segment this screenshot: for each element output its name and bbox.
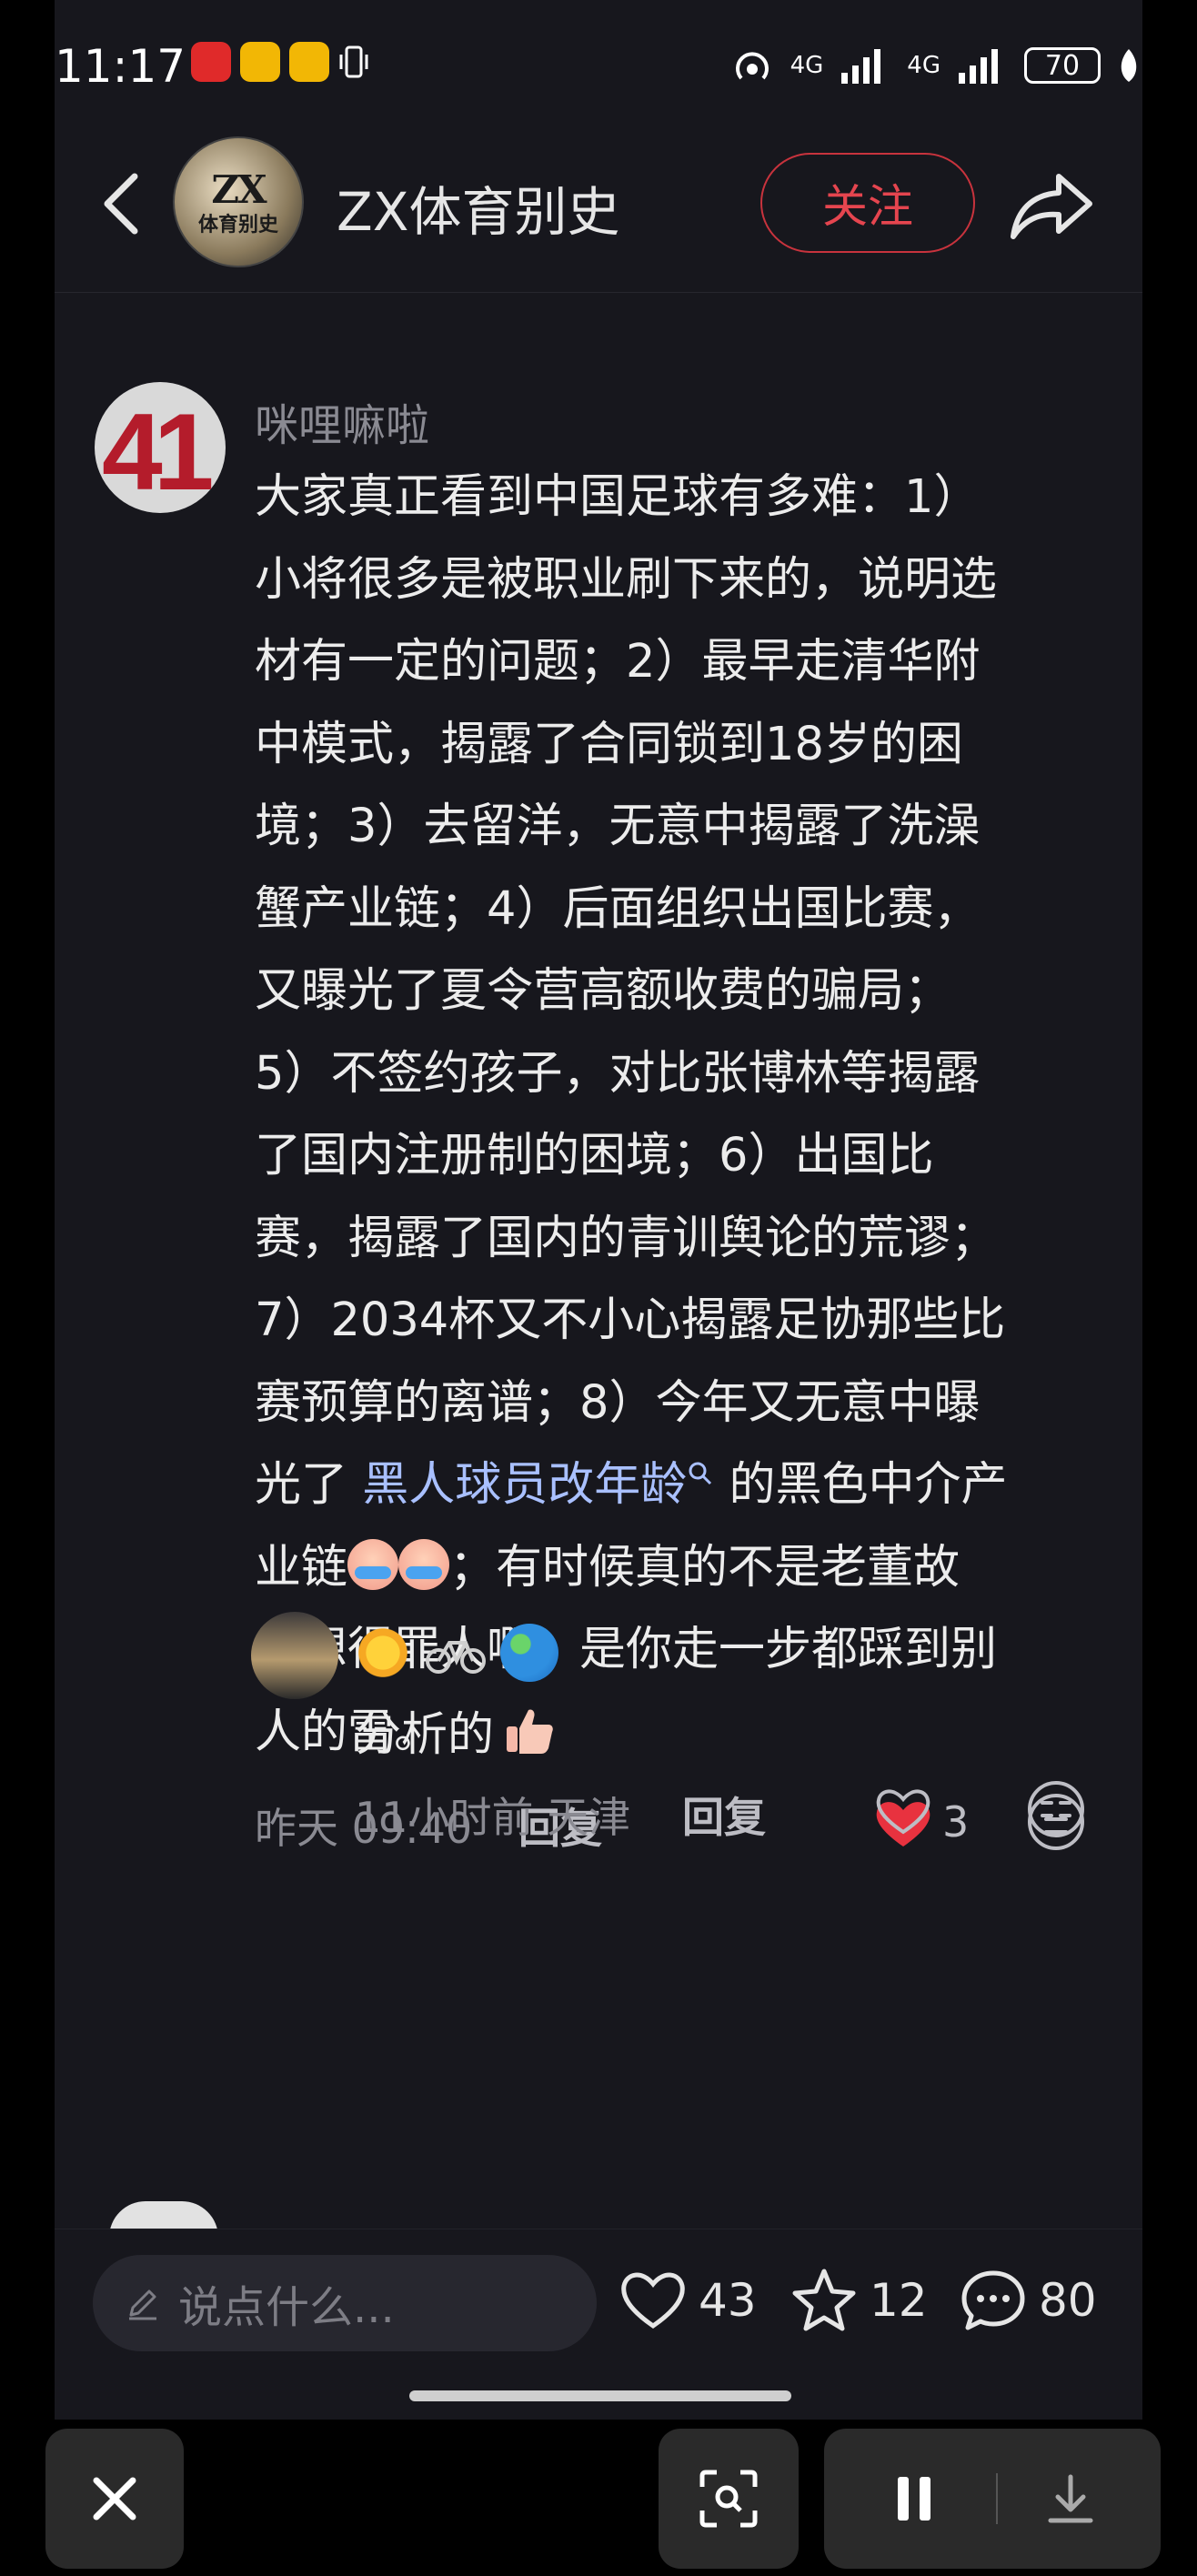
close-recording-button[interactable]: [45, 2429, 184, 2569]
comment-line: 又曝光了夏令营高额收费的骗局；: [255, 964, 951, 1018]
comment-line: 7）2034杯又不小心揭露足协那些比: [255, 1293, 1006, 1347]
comment-bubble-icon: [961, 2270, 1025, 2330]
post-header: ZX 体育别史 ZX体育别史 关注: [55, 136, 1142, 293]
input-placeholder: 说点什么...: [178, 2282, 395, 2333]
bicycle-emoji-icon: [426, 1641, 486, 1674]
comment-text: 大家真正看到中国足球有多难：1） 小将很多是被职业刷下来的，说明选 材有一定的问…: [255, 457, 1101, 1774]
weibo-icon: [240, 42, 280, 82]
reply-text: 分析的: [355, 1696, 556, 1764]
back-arrow-icon[interactable]: [91, 167, 155, 240]
post-comment-count: 80: [1039, 2274, 1097, 2327]
replier-name[interactable]: [355, 1621, 558, 1685]
account-avatar[interactable]: ZX 体育别史: [173, 136, 304, 267]
reply-content: 分析的: [355, 1708, 495, 1762]
heart-outline-icon: [621, 2272, 685, 2329]
screenshot-button[interactable]: [659, 2429, 799, 2569]
crying-emoji-icon: [347, 1538, 399, 1590]
vibrate-icon: [339, 45, 368, 78]
avatar-logo-text: ZX: [211, 166, 267, 212]
divider: [996, 2473, 998, 2524]
download-icon[interactable]: [1043, 2471, 1098, 2526]
notification-icons: [191, 42, 369, 82]
comment-line: 大家真正看到中国足球有多难：1）: [255, 470, 981, 524]
comment-line: 蟹产业链；4）后面组织出国比赛，: [255, 881, 981, 936]
comment-line: 材有一定的问题；2）最早走清华附: [255, 635, 981, 689]
hotspot-icon: [735, 52, 769, 80]
globe-emoji-icon: [500, 1624, 558, 1682]
post-favorite-count: 12: [870, 2274, 928, 2327]
comment-line: 赛预算的离谱；8）今年又无意中曝: [255, 1375, 981, 1430]
thumbs-up-emoji-icon: [507, 1709, 553, 1754]
favorite-button[interactable]: 12: [790, 2266, 928, 2335]
comment-input[interactable]: 说点什么...: [93, 2255, 597, 2351]
status-bar: 11:17 4G 4G 70: [55, 0, 1142, 136]
bottom-action-bar: 说点什么... 43 12 80: [55, 2229, 1142, 2365]
signal-icon-2: [959, 49, 998, 84]
post-like-count: 43: [699, 2274, 757, 2327]
search-link[interactable]: 黑人球员改年龄: [362, 1458, 687, 1512]
search-icon[interactable]: [687, 1460, 714, 1487]
comment-line: 赛，揭露了国内的青训舆论的荒谬；: [255, 1211, 998, 1265]
comment-line: 5）不签约孩子，对比张博林等揭露: [255, 1046, 981, 1101]
commenter-avatar[interactable]: 41: [95, 382, 226, 513]
crying-emoji-icon: [398, 1538, 450, 1590]
line-suffix: ；有时候真的不是老董故: [449, 1540, 961, 1595]
share-icon[interactable]: [1006, 164, 1097, 246]
comment-line: 中模式，揭露了合同锁到18岁的困: [255, 717, 963, 771]
comment-author[interactable]: 咪哩嘛啦: [255, 389, 429, 453]
battery-icon: 70: [1024, 47, 1101, 84]
weibo-icon: [289, 42, 329, 82]
recording-controls: [824, 2429, 1161, 2569]
leaf-icon: [1121, 49, 1137, 82]
network-type: 4G: [790, 52, 824, 79]
avatar-logo-subtext: 体育别史: [197, 212, 278, 236]
pause-icon[interactable]: [887, 2471, 941, 2526]
comments-button[interactable]: 80: [959, 2266, 1097, 2335]
status-right: 4G 4G 70: [729, 45, 1142, 86]
heart-outline-icon[interactable]: [873, 1783, 933, 1837]
line-suffix: 的黑色中介产: [714, 1458, 1008, 1512]
huawei-app-icon: [191, 42, 231, 82]
comment-line: 了国内注册制的困境；6）出国比: [255, 1129, 934, 1182]
battery-level: 70: [1044, 49, 1081, 82]
app-screen: 11:17 4G 4G 70 ZX 体育别史 ZX体育别史 关注 41 咪哩嘛啦…: [55, 0, 1142, 2420]
line-prefix: 光了: [255, 1458, 363, 1512]
signal-icon: [841, 49, 881, 84]
network-type-2: 4G: [907, 52, 940, 79]
comment-line: 业链 ；有时候真的不是老董故: [255, 1527, 1101, 1610]
account-name[interactable]: ZX体育别史: [337, 169, 619, 246]
avatar-number: 41: [102, 391, 215, 513]
close-icon: [93, 2477, 136, 2521]
home-indicator[interactable]: [409, 2390, 791, 2401]
comment-line: 小将很多是被职业刷下来的，说明选: [255, 552, 998, 607]
replier-avatar[interactable]: [251, 1612, 338, 1699]
scan-icon: [699, 2470, 758, 2528]
line-prefix: 业链: [255, 1540, 348, 1595]
status-time: 11:17: [55, 40, 186, 93]
dislike-face-icon[interactable]: [1024, 1777, 1088, 1841]
reply-reply-button[interactable]: 回复: [682, 1785, 766, 1845]
reply-time-location: 11小时前 天津: [355, 1793, 631, 1842]
reply-meta: 11小时前 天津 回复: [355, 1774, 1101, 1846]
comment-line: 光了 黑人球员改年龄 的黑色中介产: [255, 1444, 1101, 1527]
like-post-button[interactable]: 43: [619, 2266, 757, 2335]
comment-line: 境；3）去留洋，无意中揭露了洗澡: [255, 800, 981, 853]
star-outline-icon: [792, 2269, 856, 2331]
sun-emoji-icon: [355, 1625, 411, 1681]
pencil-icon: [129, 2289, 156, 2320]
follow-button[interactable]: 关注: [760, 153, 975, 253]
